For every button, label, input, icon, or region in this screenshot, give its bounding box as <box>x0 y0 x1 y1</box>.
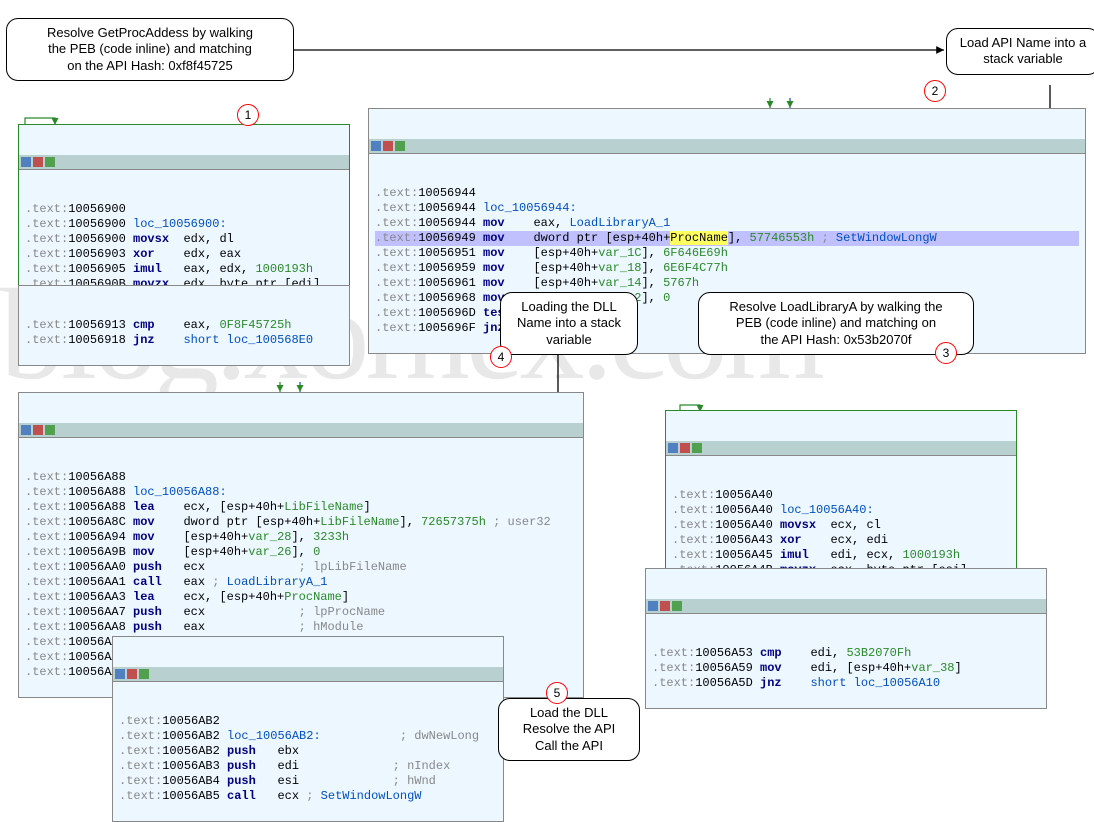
callout-3: Resolve LoadLibraryA by walking the PEB … <box>698 292 974 355</box>
badge-1: 1 <box>237 104 259 126</box>
callout-2: Load API Name into a stack variable <box>946 28 1094 75</box>
ida-block-1b: .text:10056913 cmp eax, 0F8F45725h.text:… <box>18 285 350 366</box>
callout-5: Load the DLL Resolve the API Call the AP… <box>498 698 640 761</box>
badge-4: 4 <box>490 346 512 368</box>
badge-5: 5 <box>546 682 568 704</box>
badge-3: 3 <box>935 342 957 364</box>
ida-block-5: .text:10056AB2.text:10056AB2 loc_10056AB… <box>112 636 504 822</box>
badge-2: 2 <box>924 80 946 102</box>
callout-4: Loading the DLL Name into a stack variab… <box>500 292 638 355</box>
ida-block-3b: .text:10056A53 cmp edi, 53B2070Fh.text:1… <box>645 568 1047 709</box>
callout-1: Resolve GetProcAddess by walking the PEB… <box>6 18 294 81</box>
